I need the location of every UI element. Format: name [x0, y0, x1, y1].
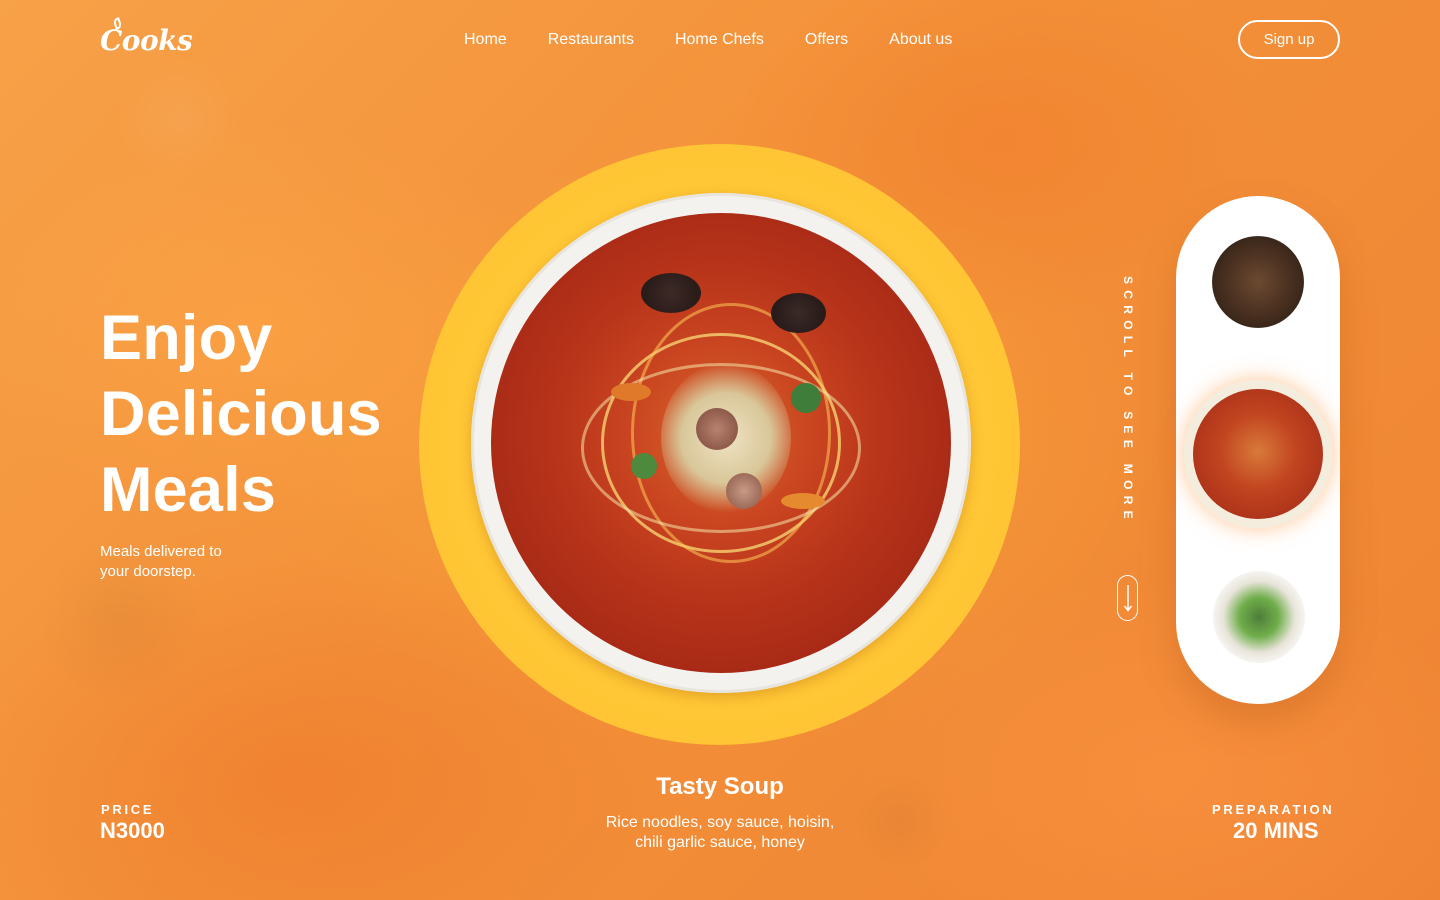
- hero-subtitle-line: your doorstep.: [100, 563, 196, 580]
- scroll-down-button[interactable]: [1117, 575, 1138, 621]
- hero-title-line: Delicious: [100, 379, 382, 449]
- hero-title-line: Meals: [100, 455, 277, 525]
- hero-title-line: Enjoy: [100, 303, 273, 373]
- dish-description: Rice noodles, soy sauce, hoisin, chili g…: [570, 813, 870, 853]
- dish-description-line: chili garlic sauce, honey: [635, 834, 805, 851]
- logo-text: Cooks: [100, 24, 193, 57]
- soup-contents: [491, 213, 951, 673]
- signup-button[interactable]: Sign up: [1238, 20, 1340, 59]
- nav-item-home-chefs[interactable]: Home Chefs: [675, 31, 764, 49]
- logo[interactable]: Cooks: [100, 17, 193, 57]
- scroll-hint-text: SCROLL TO SEE MORE: [1121, 276, 1135, 525]
- dish-name: Tasty Soup: [656, 773, 784, 800]
- poke-bowl-thumbnail[interactable]: [1213, 571, 1305, 663]
- tasty-soup-thumbnail-image: [1193, 389, 1323, 519]
- hero-title: Enjoy Delicious Meals: [100, 300, 382, 528]
- beef-stew-thumbnail[interactable]: [1212, 236, 1304, 328]
- dish-description-line: Rice noodles, soy sauce, hoisin,: [605, 814, 835, 831]
- nav-item-about-us[interactable]: About us: [889, 31, 952, 49]
- price-value: N3000: [100, 818, 165, 843]
- price-label: PRICE: [101, 802, 155, 817]
- hero-subtitle-line: Meals delivered to: [100, 543, 222, 560]
- preparation-label: PREPARATION: [1212, 802, 1335, 817]
- hero-subtitle: Meals delivered to your doorstep.: [100, 542, 260, 582]
- preparation-value: 20 MINS: [1233, 818, 1319, 843]
- arrow-down-icon: [1123, 585, 1132, 612]
- tasty-soup-thumbnail[interactable]: [1184, 380, 1332, 528]
- nav-item-restaurants[interactable]: Restaurants: [548, 31, 634, 49]
- main-nav: Home Restaurants Home Chefs Offers About…: [464, 31, 993, 49]
- nav-item-offers[interactable]: Offers: [805, 31, 848, 49]
- nav-item-home[interactable]: Home: [464, 31, 507, 49]
